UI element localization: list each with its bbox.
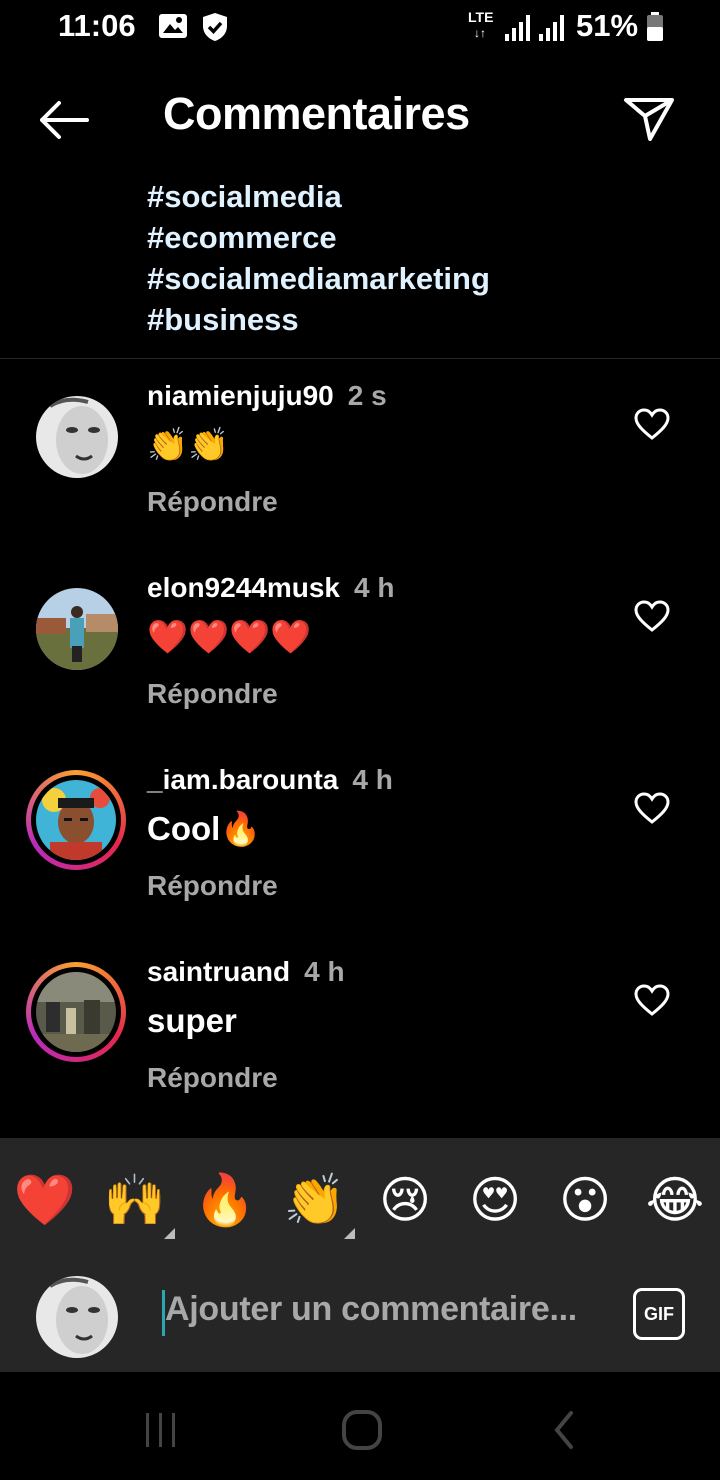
comment-time: 4 h: [304, 956, 345, 987]
reaction-heart[interactable]: ❤️: [13, 1168, 77, 1232]
comment-username[interactable]: elon9244musk: [147, 572, 340, 603]
back-nav-button[interactable]: [534, 1402, 594, 1458]
avatar[interactable]: [36, 588, 118, 670]
gallery-icon: [158, 12, 188, 45]
avatar-story-ring[interactable]: [26, 962, 126, 1062]
comment-text: ❤️❤️❤️❤️: [147, 618, 312, 655]
like-button[interactable]: [630, 786, 674, 830]
page-title: Commentaires: [163, 88, 470, 139]
comment-input[interactable]: Ajouter un commentaire...: [165, 1290, 577, 1329]
comment-text: 👏👏: [147, 426, 230, 463]
like-button[interactable]: [630, 402, 674, 446]
reply-button[interactable]: Répondre: [147, 1062, 278, 1094]
comment-item: _iam.barounta 4 h Cool🔥 Répondre: [0, 744, 720, 924]
network-type: LTE: [468, 9, 494, 25]
comment-time: 4 h: [354, 572, 395, 603]
heart-icon: [634, 984, 670, 1016]
recent-apps-button[interactable]: [131, 1402, 191, 1458]
comment-item: niamienjuju90 2 s 👏👏 Répondre: [0, 360, 720, 540]
reaction-crying[interactable]: 😢: [373, 1168, 437, 1232]
avatar-story-ring[interactable]: [26, 770, 126, 870]
post-caption: #socialmedia #ecommerce #socialmediamark…: [147, 176, 707, 340]
chevron-left-icon: [554, 1411, 573, 1449]
shield-icon: [201, 12, 229, 47]
recent-apps-icon: [146, 1413, 175, 1447]
comment-username[interactable]: _iam.barounta: [147, 764, 338, 795]
skin-tone-indicator-icon: [344, 1228, 355, 1239]
comment-time: 2 s: [347, 380, 387, 411]
arrow-left-icon: [40, 101, 89, 139]
home-button[interactable]: [332, 1402, 392, 1458]
avatar: [36, 780, 116, 860]
comment-username[interactable]: saintruand: [147, 956, 290, 987]
hashtag-link[interactable]: #business: [147, 299, 707, 340]
heart-icon: [634, 408, 670, 440]
home-icon: [342, 1410, 382, 1450]
like-button[interactable]: [630, 594, 674, 638]
like-button[interactable]: [630, 978, 674, 1022]
gif-button[interactable]: GIF: [633, 1288, 685, 1340]
heart-icon: [634, 792, 670, 824]
signal-icon: [503, 14, 533, 47]
reaction-fire[interactable]: 🔥: [193, 1168, 257, 1232]
comment-time: 4 h: [352, 764, 393, 795]
composer-avatar: [36, 1276, 118, 1358]
reaction-laughing[interactable]: 😂: [643, 1168, 707, 1232]
reaction-raised-hands[interactable]: 🙌: [103, 1168, 167, 1232]
divider: [0, 358, 720, 359]
battery-icon: [646, 12, 664, 47]
comment-text: Cool🔥: [147, 810, 262, 847]
hashtag-link[interactable]: #socialmedia: [147, 176, 707, 217]
data-arrows-icon: ↓↑: [474, 26, 486, 40]
comment-username[interactable]: niamienjuju90: [147, 380, 334, 411]
back-button[interactable]: [30, 92, 96, 148]
avatar: [36, 972, 116, 1052]
signal-icon-2: [537, 14, 567, 47]
battery-percent: 51%: [576, 8, 639, 43]
heart-icon: [634, 600, 670, 632]
reply-button[interactable]: Répondre: [147, 870, 278, 902]
reaction-surprised[interactable]: 😮: [553, 1168, 617, 1232]
skin-tone-indicator-icon: [164, 1228, 175, 1239]
reaction-heart-eyes[interactable]: 😍: [463, 1168, 527, 1232]
send-icon: [624, 98, 674, 141]
comment-text: super: [147, 1002, 237, 1039]
share-button[interactable]: [618, 88, 680, 148]
avatar[interactable]: [36, 396, 118, 478]
status-time: 11:06: [58, 8, 136, 43]
reaction-clap[interactable]: 👏: [283, 1168, 347, 1232]
comment-item: elon9244musk 4 h ❤️❤️❤️❤️ Répondre: [0, 552, 720, 732]
hashtag-link[interactable]: #socialmediamarketing: [147, 258, 707, 299]
reply-button[interactable]: Répondre: [147, 678, 278, 710]
hashtag-link[interactable]: #ecommerce: [147, 217, 707, 258]
comment-item: saintruand 4 h super Répondre: [0, 936, 720, 1116]
reply-button[interactable]: Répondre: [147, 486, 278, 518]
